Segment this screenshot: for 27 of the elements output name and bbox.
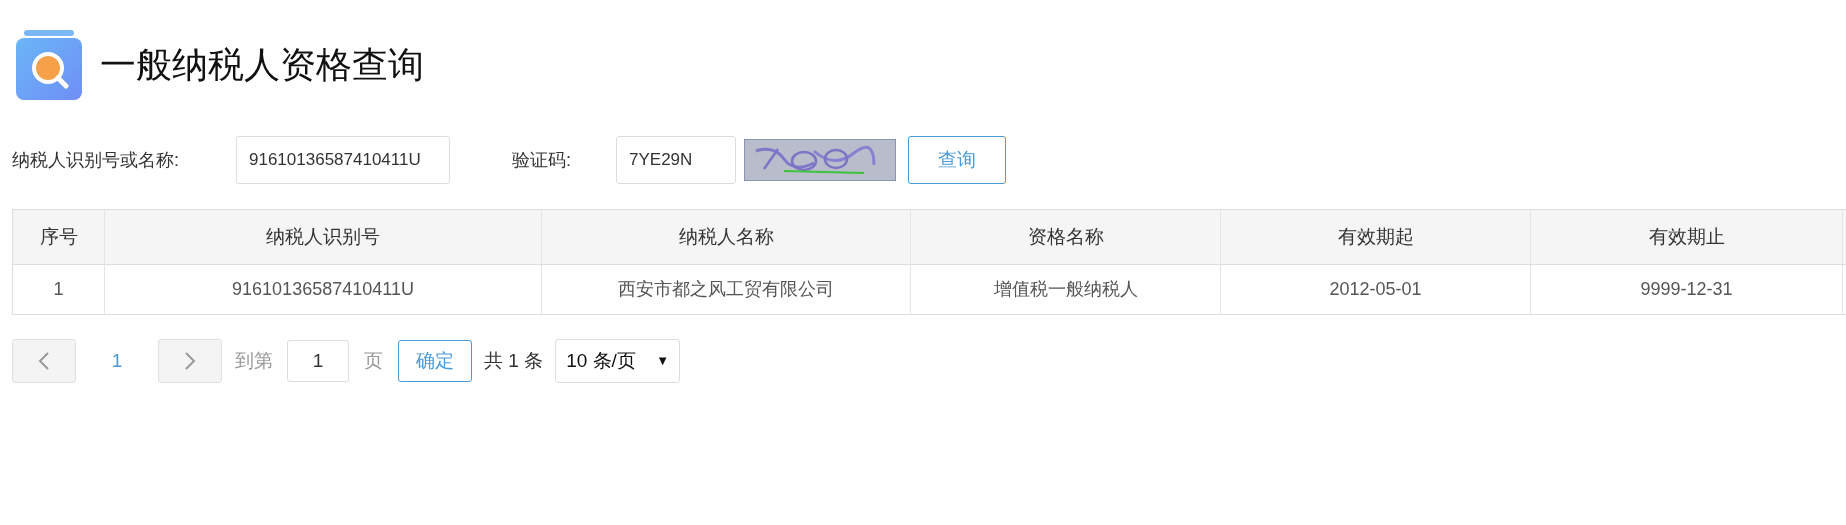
column-header: 有效期起 <box>1221 210 1531 264</box>
taxpayer-id-field[interactable]: 91610136587410411U <box>236 136 450 184</box>
table-cell: 增值税一般纳税人 <box>911 265 1221 314</box>
table-cell: 1 <box>13 265 105 314</box>
column-header: 资格名称 <box>911 210 1221 264</box>
field-label: 纳税人识别号或名称: <box>12 148 180 172</box>
chevron-right-icon <box>184 351 196 371</box>
total-count: 共 1 条 <box>484 348 544 373</box>
page-suffix: 页 <box>364 348 383 373</box>
column-header: 纳税人识别号 <box>105 210 542 264</box>
column-header: 有效期止 <box>1531 210 1843 264</box>
column-header: 序号 <box>13 210 105 264</box>
page-size-select[interactable]: 10 条/页 ▼ <box>555 339 681 383</box>
previous-page-button[interactable] <box>12 339 76 383</box>
field-label: 验证码: <box>512 148 572 172</box>
chevron-left-icon <box>38 351 50 371</box>
page-title: 一般纳税人资格查询 <box>100 47 424 83</box>
page-number-field[interactable]: 1 <box>287 340 349 382</box>
table-cell: 91610136587410411U <box>105 265 542 314</box>
table-cell: 2012-05-01 <box>1221 265 1531 314</box>
captcha-field[interactable]: 7YE29N <box>616 136 736 184</box>
next-page-button[interactable] <box>158 339 222 383</box>
table-cell: 西安市都之风工贸有限公司 <box>542 265 911 314</box>
table-cell: 9999-12-31 <box>1531 265 1843 314</box>
column-header: 纳税人名称 <box>542 210 911 264</box>
search-app-icon <box>16 30 82 100</box>
goto-label: 到第 <box>235 348 273 373</box>
